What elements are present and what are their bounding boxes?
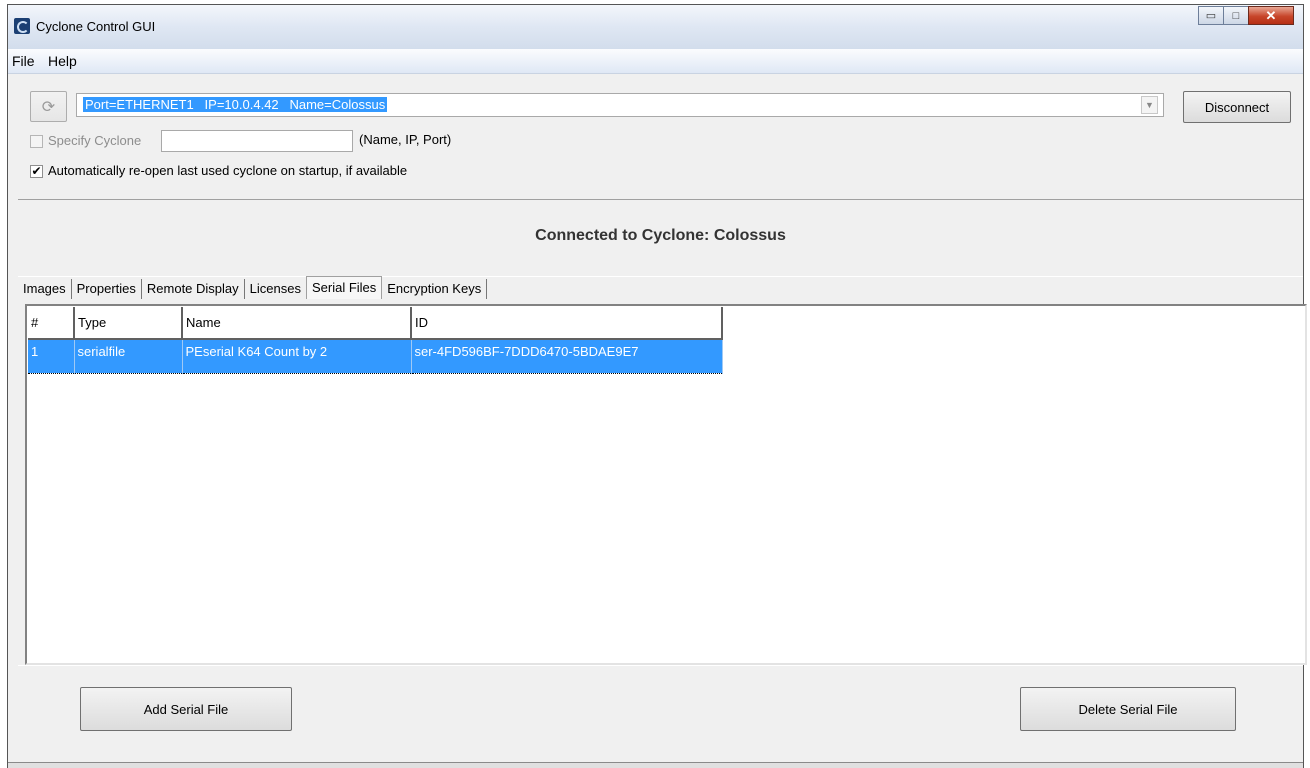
close-button[interactable]: ✕ [1248, 6, 1294, 25]
tab-encryption-keys[interactable]: Encryption Keys [382, 279, 488, 299]
caption-buttons: ▭ □ ✕ [1198, 6, 1294, 25]
button-panel: Add Serial File Delete Serial File [18, 665, 1303, 762]
column-header-id[interactable]: ID [411, 307, 723, 340]
delete-serial-file-button[interactable]: Delete Serial File [1020, 687, 1236, 731]
refresh-button[interactable]: ⟳ [30, 91, 67, 122]
cyclone-app-icon [14, 18, 30, 34]
status-panel: Connected to Cyclone: Colossus [18, 199, 1303, 277]
tab-licenses[interactable]: Licenses [245, 279, 306, 299]
menu-bar: File Help [8, 49, 1303, 74]
specify-cyclone-input[interactable] [161, 130, 353, 152]
title-bar[interactable]: Cyclone Control GUI ▭ □ ✕ [8, 5, 1303, 49]
add-serial-file-button[interactable]: Add Serial File [80, 687, 292, 731]
minimize-icon: ▭ [1205, 10, 1217, 22]
dropdown-arrow-icon[interactable]: ▼ [1141, 96, 1158, 114]
auto-reopen-label: Automatically re-open last used cyclone … [48, 163, 408, 178]
column-header-number[interactable]: # [28, 307, 75, 340]
specify-cyclone-checkbox[interactable] [30, 135, 43, 148]
cell-type: serialfile [74, 338, 183, 374]
column-header-type[interactable]: Type [74, 307, 183, 340]
maximize-icon: □ [1232, 9, 1240, 22]
auto-reopen-checkbox[interactable]: ✔ [30, 165, 43, 178]
cyclone-select-value: Port=ETHERNET1 IP=10.0.4.42 Name=Colossu… [83, 97, 388, 112]
main-window: Cyclone Control GUI ▭ □ ✕ File Help ⟳ Po… [7, 4, 1307, 768]
table-row[interactable]: 1 serialfile PEserial K64 Count by 2 ser… [28, 338, 723, 374]
window-title: Cyclone Control GUI [36, 19, 156, 34]
client-area: ⟳ Port=ETHERNET1 IP=10.0.4.42 Name=Colos… [8, 74, 1307, 768]
specify-cyclone-label: Specify Cyclone [48, 133, 142, 148]
connection-status: Connected to Cyclone: Colossus [535, 227, 786, 244]
menu-file[interactable]: File [12, 53, 35, 69]
specify-hint-label: (Name, IP, Port) [359, 132, 452, 147]
column-header-name[interactable]: Name [182, 307, 412, 340]
tab-remote-display[interactable]: Remote Display [142, 279, 245, 299]
checkmark-icon: ✔ [31, 164, 42, 178]
close-icon: ✕ [1265, 7, 1277, 23]
serial-files-list[interactable]: # Type Name ID 1 serialfile PEserial K64… [25, 304, 1307, 665]
serial-files-table: # Type Name ID 1 serialfile PEserial K64… [28, 307, 723, 374]
tab-strip: Images Properties Remote Display License… [18, 275, 488, 299]
maximize-button[interactable]: □ [1223, 6, 1249, 25]
tab-properties[interactable]: Properties [72, 279, 142, 299]
cell-id: ser-4FD596BF-7DDD6470-5BDAE9E7 [411, 338, 723, 374]
refresh-icon: ⟳ [41, 98, 56, 116]
cell-name: PEserial K64 Count by 2 [182, 338, 412, 374]
window-bottom-border [8, 762, 1303, 768]
menu-help[interactable]: Help [48, 53, 77, 69]
tab-serial-files[interactable]: Serial Files [305, 276, 383, 299]
minimize-button[interactable]: ▭ [1198, 6, 1224, 25]
table-header-row: # Type Name ID [28, 307, 723, 340]
cyclone-select[interactable]: Port=ETHERNET1 IP=10.0.4.42 Name=Colossu… [76, 93, 1164, 117]
cell-number: 1 [28, 338, 75, 374]
tab-images[interactable]: Images [18, 279, 72, 299]
disconnect-button[interactable]: Disconnect [1183, 91, 1291, 123]
